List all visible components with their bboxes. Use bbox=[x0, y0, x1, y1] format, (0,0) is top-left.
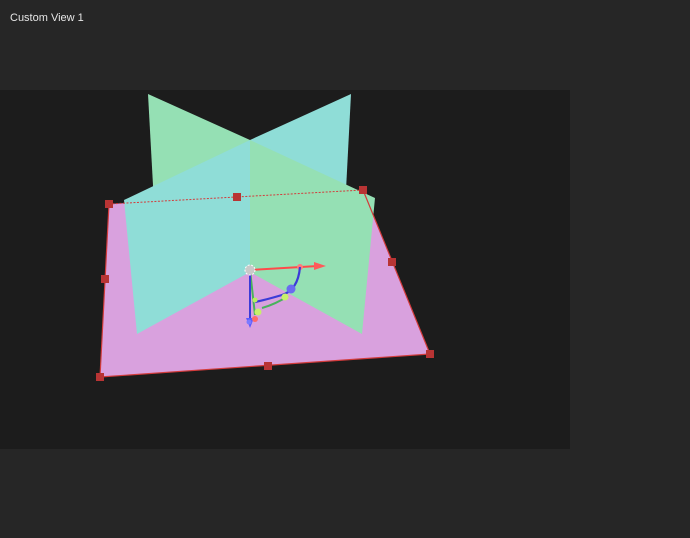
rotate-handle-yellow[interactable] bbox=[281, 293, 289, 301]
handle-top-left[interactable] bbox=[105, 200, 113, 208]
handle-bottom-mid[interactable] bbox=[264, 362, 272, 370]
handle-left-mid[interactable] bbox=[101, 275, 109, 283]
gizmo-small-dot-blue[interactable] bbox=[246, 319, 252, 325]
handle-bottom-right[interactable] bbox=[426, 350, 434, 358]
rotate-handle-yellow-2[interactable] bbox=[254, 308, 262, 316]
custom-view-window: Custom View 1 bbox=[0, 0, 690, 538]
view-title: Custom View 1 bbox=[10, 12, 84, 24]
rotate-handle-blue[interactable] bbox=[286, 284, 296, 294]
gizmo-small-dot-red[interactable] bbox=[252, 316, 258, 322]
gizmo-small-dot-green[interactable] bbox=[252, 297, 258, 303]
scene-canvas[interactable] bbox=[0, 90, 570, 449]
3d-viewport[interactable] bbox=[0, 90, 570, 449]
handle-top-right[interactable] bbox=[359, 186, 367, 194]
handle-top-mid[interactable] bbox=[233, 193, 241, 201]
handle-bottom-left[interactable] bbox=[96, 373, 104, 381]
pivot-origin-icon[interactable] bbox=[244, 264, 256, 276]
handle-right-mid[interactable] bbox=[388, 258, 396, 266]
